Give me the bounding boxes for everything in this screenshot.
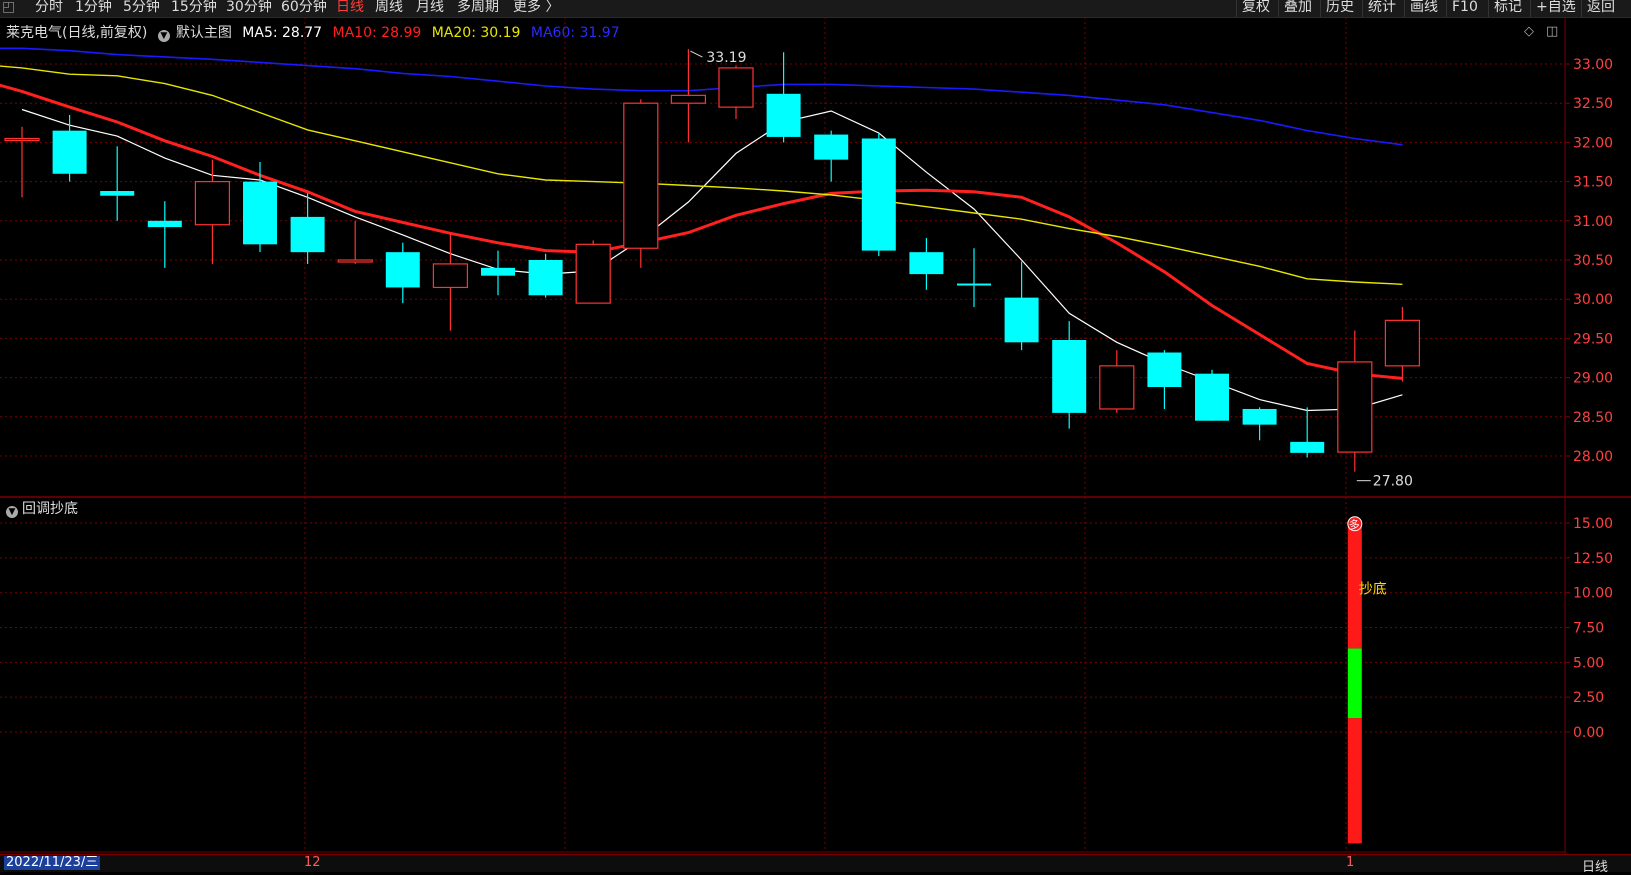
y-tick-label: 31.00 [1573,214,1613,230]
y-tick-label: 30.50 [1573,253,1613,269]
ma5-value: MA5: 28.77 [242,25,323,41]
candle-body [1290,441,1325,453]
ma60-value: MA60: 31.97 [530,25,620,41]
candle-body [861,138,896,251]
kline-chart: 33.00 32.50 32.00 31.50 31.00 30.50 30.00 29.50… [0,17,1631,854]
candle-body [1195,373,1229,421]
stock-name[interactable]: 莱克电气 [6,25,62,41]
candle-body [1384,319,1421,367]
annotation-high-label: 33.19 [706,50,746,66]
y-tick-label: 12.50 [1573,551,1613,567]
y-tick-label: 7.50 [1573,621,1604,637]
candle-body [528,260,563,296]
ma20-value: MA20: 30.19 [431,25,521,41]
candle-body [1099,365,1135,410]
ma-line-ma10 [0,83,1403,380]
candle-body [481,267,515,276]
y-tick-label: 28.00 [1573,449,1613,465]
chart-header: 莱克电气(日线,前复权) ▼ 默认主图 MA5: 28.77 MA10: 28.9… [6,22,626,42]
candle-body [1147,352,1182,388]
y-tick-label: 29.00 [1573,371,1613,387]
dropdown-icon[interactable]: ▼ [157,30,170,42]
annotation-arrow [690,50,703,58]
candle-body [909,252,944,275]
candle-body [1337,361,1373,453]
candle-body [575,243,611,304]
candle-body [1242,408,1277,425]
y-tick-label: 32.00 [1573,135,1613,151]
candle-body [4,137,40,142]
candle-body [194,181,230,226]
candle-body [766,93,801,137]
y-tick-label: 29.50 [1573,331,1613,347]
signal-bar-segment [1347,648,1362,719]
candle-body [670,94,707,104]
y-tick-label: 2.50 [1573,690,1604,706]
indicator-name[interactable]: 回调抄底 [22,501,78,517]
indicator-header: ▼ 回调抄底 [6,498,78,518]
y-tick-label: 15.00 [1573,516,1613,532]
period-label[interactable]: 日线 [1582,856,1608,875]
candle-body [432,263,468,289]
candle-body [100,191,135,196]
signal-bar-segment [1347,718,1362,844]
signal-marker-label: 多 [1349,518,1360,532]
y-tick-label: 33.00 [1573,57,1613,73]
y-tick-label: 5.00 [1573,655,1604,671]
time-axis [0,854,1631,872]
candle-body [623,102,659,249]
candle-body [814,134,849,160]
y-tick-label: 31.50 [1573,175,1613,191]
candle-body [1004,297,1039,343]
candle-body [718,67,754,108]
y-tick-label: 32.50 [1573,96,1613,112]
dropdown-icon[interactable]: ▼ [6,506,18,518]
y-tick-label: 30.00 [1573,292,1613,308]
candle-body [337,259,373,263]
diamond-icon[interactable]: ◇ [1524,24,1534,39]
y-tick-label: 28.50 [1573,410,1613,426]
candle-body [1052,339,1087,413]
y-tick-label: 10.00 [1573,586,1613,602]
layout-icon[interactable]: ◫ [1546,24,1558,39]
signal-label: 抄底 [1359,582,1387,598]
annotation-low-label: 27.80 [1373,474,1413,490]
month-tick-12: 12 [304,855,321,870]
candle-body [52,130,87,174]
ma10-value: MA10: 28.99 [332,25,422,41]
chart-mode[interactable]: (日线,前复权) [62,25,147,41]
ma-line-ma20 [0,65,1403,285]
y-tick-label: 0.00 [1573,725,1604,741]
candle-body [147,220,182,228]
month-tick-1: 1 [1346,855,1355,870]
candle-body [243,181,277,245]
candle-body [385,252,420,288]
template-name[interactable]: 默认主图 [176,25,232,41]
cursor-date: 2022/11/23/三 [4,855,101,870]
candle-body [957,283,991,286]
candle-body [290,216,325,253]
